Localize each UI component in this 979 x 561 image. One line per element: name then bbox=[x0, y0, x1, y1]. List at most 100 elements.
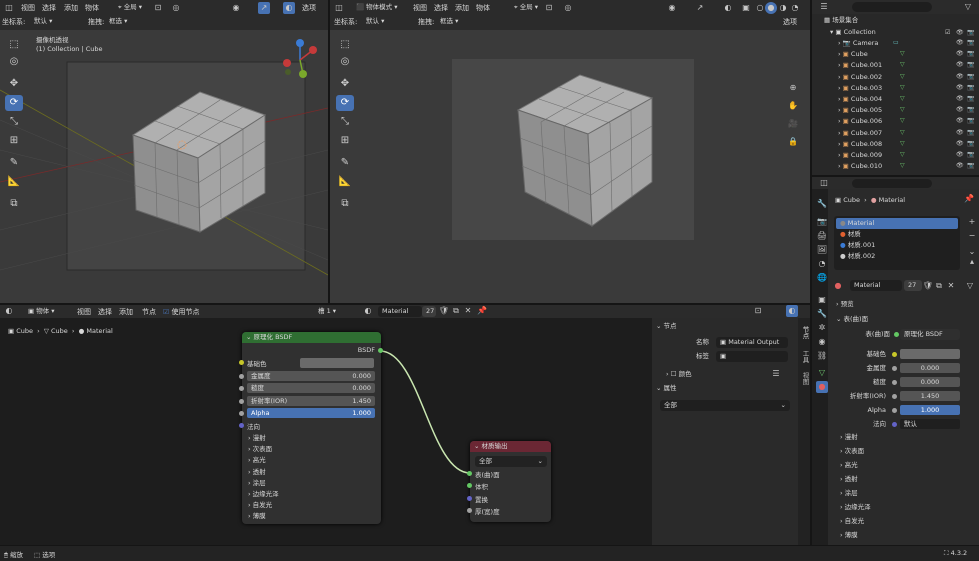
render-camera-icon[interactable]: 📷 bbox=[967, 151, 974, 158]
mesh-data-icon[interactable]: ▽ bbox=[900, 61, 905, 68]
surface-section[interactable]: ⌄ 表(曲)面 bbox=[836, 313, 868, 326]
bsdf-value-field[interactable]: Alpha 1.000 bbox=[247, 407, 375, 418]
drag-dropdown[interactable]: 框选 ▾ bbox=[105, 16, 131, 27]
options-menu-2[interactable]: 选项 bbox=[783, 17, 797, 27]
eye-icon[interactable]: 👁 bbox=[956, 129, 964, 136]
bsdf-subpanel[interactable]: › 薄膜 bbox=[248, 510, 266, 520]
gizmo-icon-2[interactable]: ↗ bbox=[694, 2, 706, 14]
drag-dropdown-2[interactable]: 框选 ▾ bbox=[436, 16, 462, 27]
tab-tool[interactable]: 工具 bbox=[800, 350, 810, 363]
add-cube-tool-icon-2[interactable]: ⧉ bbox=[336, 196, 354, 212]
menu-object[interactable]: 物体 bbox=[85, 3, 99, 13]
move-tool-icon-2[interactable]: ✥ bbox=[336, 76, 354, 92]
material-browse-icon[interactable]: ● bbox=[832, 280, 844, 292]
output-node-header[interactable]: ⌄ 材质输出 bbox=[470, 441, 551, 452]
outliner-item[interactable]: › ▣ Cube.004 bbox=[838, 94, 882, 105]
render-camera-icon[interactable]: 📷 bbox=[967, 73, 974, 80]
output-input-socket[interactable] bbox=[467, 495, 472, 501]
outliner-item[interactable]: › ▣ Cube.010 bbox=[838, 161, 882, 172]
render-camera-icon[interactable]: 📷 bbox=[967, 117, 974, 124]
render-camera-icon[interactable]: 📷 bbox=[967, 95, 974, 102]
render-camera-icon[interactable]: 📷 bbox=[967, 106, 974, 113]
scale-tool-icon-2[interactable]: ⤡ bbox=[336, 114, 354, 130]
tab-data-icon[interactable]: ▽ bbox=[816, 367, 828, 379]
transform-orientation-dropdown[interactable]: ⌖ 全局 ▾ bbox=[114, 2, 146, 13]
visibility-icon-2[interactable]: ◉ bbox=[666, 2, 678, 14]
node-section-header[interactable]: ⌄ 节点 bbox=[656, 320, 677, 333]
tab-render-icon[interactable]: 📷 bbox=[816, 216, 828, 228]
node-editor-type-icon[interactable]: ◐ bbox=[3, 305, 15, 317]
eye-icon[interactable]: 👁 bbox=[956, 95, 964, 102]
bsdf-output-socket[interactable] bbox=[378, 348, 383, 353]
menu-object-2[interactable]: 物体 bbox=[476, 3, 490, 13]
node-material-icon[interactable]: ◐ bbox=[362, 305, 374, 317]
render-camera-icon[interactable]: 📷 bbox=[967, 162, 974, 169]
tab-scene-icon[interactable]: ◔ bbox=[816, 258, 828, 270]
material-slot-item[interactable]: ● 材质.001 bbox=[840, 240, 875, 251]
outliner-item[interactable]: › ▣ Cube.008 bbox=[838, 139, 882, 150]
zoom-icon[interactable]: ⊕ bbox=[787, 82, 799, 94]
node-editor-object-dropdown[interactable]: ▣ 物体 ▾ bbox=[24, 306, 59, 317]
bsdf-basecolor-socket[interactable] bbox=[239, 360, 244, 365]
lock-icon[interactable]: 🔒 bbox=[787, 136, 799, 148]
mesh-data-icon[interactable]: ▽ bbox=[900, 84, 905, 91]
collection-camera-icon[interactable]: 📷 bbox=[967, 29, 974, 36]
coord-dropdown-2[interactable]: 默认 ▾ bbox=[362, 16, 388, 27]
move-tool-icon[interactable]: ✥ bbox=[5, 76, 23, 92]
proportional-icon[interactable]: ◎ bbox=[170, 2, 182, 14]
material-users-field[interactable]: 27 bbox=[904, 280, 922, 291]
pin-icon[interactable]: 📌 bbox=[963, 193, 975, 205]
proportional-icon-2[interactable]: ◎ bbox=[562, 2, 574, 14]
outliner-item[interactable]: › ▣ Cube.005 bbox=[838, 105, 882, 116]
node-snap-icon[interactable]: ⊡ bbox=[752, 305, 764, 317]
annotate-tool-icon-2[interactable]: ✎ bbox=[336, 155, 354, 171]
tab-tool-icon[interactable]: 🔧 bbox=[816, 198, 828, 210]
bsdf-subpanel[interactable]: › 高光 bbox=[248, 454, 266, 464]
tab-output-icon[interactable]: 🖨 bbox=[816, 230, 828, 242]
bsdf-basecolor-swatch[interactable] bbox=[300, 358, 374, 368]
bsdf-normal-socket[interactable] bbox=[239, 423, 244, 428]
overlay-icon-2[interactable]: ◐ bbox=[722, 2, 734, 14]
node-color-menu-icon[interactable]: ☰ bbox=[770, 368, 782, 380]
mesh-data-icon[interactable]: ▽ bbox=[900, 106, 905, 113]
mesh-data-icon[interactable]: ▽ bbox=[900, 117, 905, 124]
mesh-data-icon[interactable]: ▽ bbox=[900, 140, 905, 147]
rotate-tool-icon[interactable]: ⟳ bbox=[5, 95, 23, 111]
filter-icon[interactable]: ▽ bbox=[962, 1, 974, 13]
node-material-field[interactable]: Material bbox=[378, 306, 422, 317]
mesh-data-icon[interactable]: ▽ bbox=[900, 50, 905, 57]
right-viewport[interactable]: ⬚ ◎ ✥ ⟳ ⤡ ⊞ ✎ 📐 ⧉ ⊕ ✋ 🎥 🔒 bbox=[330, 30, 810, 303]
material-name-field[interactable]: Material bbox=[850, 280, 902, 291]
mesh-data-icon[interactable]: ▽ bbox=[900, 129, 905, 136]
snap-icon[interactable]: ⊡ bbox=[152, 2, 164, 14]
eye-icon[interactable]: 👁 bbox=[956, 50, 964, 57]
menu-view[interactable]: 视图 bbox=[21, 3, 35, 13]
cursor-tool-icon[interactable]: ◎ bbox=[5, 54, 23, 70]
visibility-icon[interactable]: ◉ bbox=[230, 2, 242, 14]
measure-tool-icon[interactable]: 📐 bbox=[5, 174, 23, 190]
prop-subpanel[interactable]: › 自发光 bbox=[840, 515, 864, 528]
node-name-field[interactable]: ▣ Material Output bbox=[716, 337, 788, 348]
annotate-tool-icon[interactable]: ✎ bbox=[5, 155, 23, 171]
snap-icon-2[interactable]: ⊡ bbox=[543, 2, 555, 14]
menu-select[interactable]: 选择 bbox=[42, 3, 56, 13]
tab-particles-icon[interactable]: ✲ bbox=[816, 322, 828, 334]
options-menu[interactable]: 选项 bbox=[302, 3, 316, 13]
eye-icon[interactable]: 👁 bbox=[956, 73, 964, 80]
prop-value-field[interactable]: 默认 bbox=[900, 419, 960, 429]
material-filter-icon[interactable]: ▽ bbox=[964, 280, 976, 292]
mesh-data-icon[interactable]: ▽ bbox=[900, 151, 905, 158]
tab-node[interactable]: 节点 bbox=[800, 326, 810, 339]
prop-subpanel[interactable]: › 漫射 bbox=[840, 431, 858, 444]
transform-orientation-dropdown-2[interactable]: ⌖ 全局 ▾ bbox=[510, 2, 542, 13]
bsdf-input-socket[interactable] bbox=[239, 410, 244, 416]
tab-view[interactable]: 视图 bbox=[800, 372, 810, 385]
camera-icon[interactable]: 🎥 bbox=[787, 118, 799, 130]
tab-modifier-icon[interactable]: 🔧 bbox=[816, 308, 828, 320]
scale-tool-icon[interactable]: ⤡ bbox=[5, 114, 23, 130]
outliner-search-field[interactable] bbox=[852, 2, 932, 12]
eye-icon[interactable]: 👁 bbox=[956, 162, 964, 169]
prop-value-field[interactable]: 1.450 bbox=[900, 391, 960, 401]
base-color-swatch[interactable] bbox=[900, 349, 960, 359]
mesh-data-icon[interactable]: ▽ bbox=[900, 95, 905, 102]
